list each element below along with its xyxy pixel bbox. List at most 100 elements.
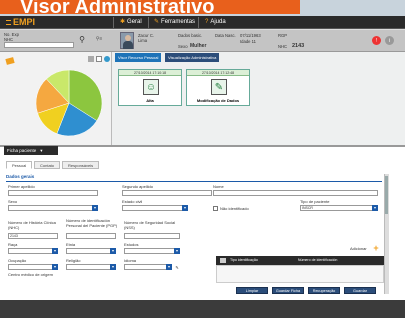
tab-ficha-paciente[interactable]: Ficha paciente ▾ <box>4 146 58 155</box>
patient-birthdate: 07/11/1963 <box>240 33 261 38</box>
idioma-select[interactable] <box>124 264 172 270</box>
patient-sex: Mulher <box>190 43 207 49</box>
guardar-ficha-button[interactable]: Guardar Ficha <box>272 287 304 294</box>
raca-select[interactable] <box>8 248 58 254</box>
nome-input[interactable] <box>213 190 378 196</box>
label-nome: Nome <box>213 184 224 189</box>
chevron-down-icon: ▾ <box>40 148 43 153</box>
menu-ferramentas[interactable]: ✎ Ferramentas <box>154 19 195 26</box>
label-estudos: Estudos <box>124 242 139 247</box>
label-raca: Raça <box>8 242 18 247</box>
pgp-input[interactable] <box>66 233 116 239</box>
search-input[interactable] <box>4 42 74 48</box>
person-edit-icon: ✎ <box>211 79 227 95</box>
adicionar-link[interactable]: Adicionar <box>350 246 367 251</box>
label-tipo-paciente: Tipo de paciente <box>300 199 330 204</box>
col-tipo-identificacao: Tipo identificação <box>230 258 258 262</box>
limpiar-button[interactable]: Limpiar <box>236 287 268 294</box>
estado-civil-select[interactable] <box>122 205 188 211</box>
subtab-contato[interactable]: Contato <box>34 161 61 169</box>
guardar-button[interactable]: Guardar <box>344 287 376 294</box>
banner-title: Visor Administrativo <box>0 0 300 14</box>
segundo-apellido-input[interactable] <box>122 190 212 196</box>
select-all-checkbox[interactable] <box>220 257 226 263</box>
chevron-down-icon <box>182 205 188 211</box>
label-segundo-apellido: Segundo apellido <box>122 184 153 189</box>
field-label-sexo: Sexo <box>178 44 188 49</box>
info-icon[interactable]: i <box>385 36 394 45</box>
app-window: Visor Administrativo EMPI ✱ Geral ✎ Ferram… <box>0 0 405 318</box>
label-primeiro-apellido: Primer apellido <box>8 184 35 189</box>
primeiro-apellido-input[interactable] <box>8 190 98 196</box>
etnia-select[interactable] <box>66 248 116 254</box>
event-card[interactable]: 27/10/2014 17:10:18 ☺ Alta <box>118 69 182 106</box>
help-icon: ? <box>205 19 209 25</box>
sexo-select[interactable] <box>8 205 98 211</box>
field-label-nhc: NHC <box>278 44 288 49</box>
col-numero-identificacion: Número de identificación <box>297 258 338 262</box>
religiao-select[interactable] <box>66 264 116 270</box>
ocupacao-select[interactable] <box>8 264 58 270</box>
card-label: Modificação de Dados <box>196 98 240 103</box>
nhc-input[interactable]: 2143 <box>8 233 58 239</box>
chevron-down-icon <box>110 264 116 270</box>
recuperacao-button[interactable]: Recuperação <box>308 287 340 294</box>
refresh-icon[interactable] <box>104 56 110 62</box>
tag-icon[interactable] <box>5 57 15 65</box>
app-logo: EMPI <box>6 18 35 27</box>
label-estado-civil: Estado civil <box>122 199 143 204</box>
tab-recurso-pessoal[interactable]: Visor Recurso Pessoal <box>115 53 162 62</box>
left-pane <box>0 52 112 145</box>
menu-geral[interactable]: ✱ Geral <box>120 19 142 26</box>
subtab-responsaveis[interactable]: Responsáveis <box>62 161 100 169</box>
patient-header: No. Exp NHC ⚲ ⚲≡ Zacur C. Lima Dados bas… <box>0 30 405 52</box>
field-label-dados: Dados basic. <box>178 33 203 38</box>
field-label-nasc: Data Nasc. <box>215 33 236 38</box>
footer-bar <box>0 300 405 318</box>
section-divider <box>6 181 382 182</box>
card-date: 27/10/2014 17:10:18 <box>119 70 181 76</box>
tab-visualizacao-admin[interactable]: Visualização Administrativa <box>165 53 220 62</box>
nao-identificado-checkbox[interactable] <box>213 206 218 211</box>
label-num-seguridad: Número de Seguridad Social (NSS) <box>124 220 176 230</box>
gear-icon: ✱ <box>120 19 126 25</box>
avatar <box>120 32 134 49</box>
card-label: Alta <box>146 98 154 103</box>
label-ocupacao: Ocupação <box>8 258 27 263</box>
label-nao-identificado: Não identificado <box>220 206 249 211</box>
label-sexo: Sexo <box>8 199 18 204</box>
chevron-down-icon <box>174 248 180 254</box>
patient-name2: Lima <box>138 38 148 43</box>
tipo-paciente-select[interactable]: INSCR <box>300 205 378 211</box>
menu-lines-icon <box>6 20 11 26</box>
menu-separator <box>198 17 199 28</box>
chevron-down-icon <box>52 264 58 270</box>
advanced-search-icon[interactable]: ⚲≡ <box>90 35 108 43</box>
chevron-down-icon <box>110 248 116 254</box>
label-centro-medico: Centro médico de origem <box>8 272 53 277</box>
patient-age: Idade 11 <box>240 39 256 44</box>
edit-icon[interactable]: ✎ <box>174 264 180 270</box>
add-icon[interactable]: + <box>372 243 380 253</box>
search-icon[interactable]: ⚲ <box>78 35 86 44</box>
chevron-down-icon <box>166 264 172 270</box>
pie-chart <box>35 69 103 137</box>
menu-separator <box>113 17 114 28</box>
chevron-down-icon <box>372 205 378 211</box>
identification-table-body <box>216 265 384 283</box>
subtab-pessoal[interactable]: Pessoal <box>6 161 33 169</box>
patient-nhc: 2143 <box>292 43 305 49</box>
banner: Visor Administrativo <box>0 0 405 16</box>
estudos-select[interactable] <box>124 248 180 254</box>
grid-icon[interactable] <box>88 56 94 62</box>
list-icon[interactable] <box>96 56 102 62</box>
menu-ajuda[interactable]: ? Ajuda <box>205 19 226 26</box>
label-etnia: Etnia <box>66 242 76 247</box>
scrollbar-thumb[interactable] <box>385 176 388 214</box>
label-num-identificacion: Número de identificación Personal del Pa… <box>66 218 118 228</box>
nss-input[interactable] <box>124 233 180 239</box>
menu-separator <box>148 17 149 28</box>
card-date: 27/10/2014 17:12:48 <box>187 70 249 76</box>
alert-icon[interactable]: ! <box>372 36 381 45</box>
event-card[interactable]: 27/10/2014 17:12:48 ✎ Modificação de Dad… <box>186 69 250 106</box>
